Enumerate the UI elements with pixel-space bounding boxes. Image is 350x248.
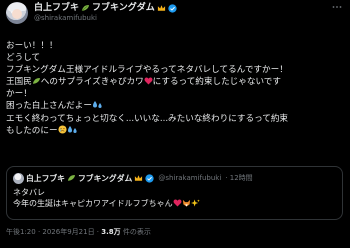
tweet-body: おーい！！！ どうして フブキングダム王様アイドルライブやるってネタバレしてるん…: [6, 40, 346, 137]
quoted-tweet-line: ネタバレ: [13, 188, 45, 197]
quoted-author-handle: @shirakamifubuki: [158, 174, 222, 182]
tweet-text: 困った白上さんだよー: [6, 101, 92, 112]
crying-face-emoji-icon: [58, 125, 67, 134]
crown-emoji-icon: [157, 5, 165, 11]
quoted-tweet[interactable]: 白上フブキ フブキングダム @shirakamifubuki · 12時間 ネタ…: [6, 166, 343, 220]
fox-emoji-icon: [182, 199, 190, 207]
tweet-line: どうして: [6, 53, 41, 64]
quoted-tweet-time: · 12時間: [225, 174, 253, 182]
crown-emoji-icon: [135, 175, 143, 181]
tweet-timestamp[interactable]: 午後1:20 · 2026年9月21日 ·: [6, 228, 101, 236]
quoted-tweet-text: 今年の生誕はキャピカワアイドルフブちゃん: [13, 199, 173, 208]
quoted-tweet-header: 白上フブキ フブキングダム @shirakamifubuki · 12時間: [13, 172, 253, 184]
tweet-text: 王国民: [6, 77, 32, 88]
verified-badge-icon: [145, 173, 154, 183]
tweet-line: フブキングダム王様アイドルライブやるってネタバレしてるんですかー！: [6, 65, 288, 76]
tweet-text: へのサプライズきゃぴカワ: [40, 77, 144, 88]
tweet-line: おーい！！！: [6, 41, 58, 51]
tweet-line: 王国民 へのサプライズきゃぴカワ にするって約束したじゃないです: [6, 76, 346, 88]
sweat-droplets-icon: [67, 125, 77, 133]
tweet-line: もしたのにー: [6, 125, 346, 137]
author-avatar[interactable]: [6, 2, 28, 24]
tweet-text: にするって約束したじゃないです: [152, 77, 281, 88]
quoted-author-name: 白上フブキ: [26, 173, 65, 183]
more-icon[interactable]: [332, 5, 342, 9]
verified-badge-icon: [168, 3, 177, 13]
heart-emoji-icon: [173, 199, 182, 207]
tweet-line: 困った白上さんだよー: [6, 100, 346, 112]
tweet-line: エモく終わってちょっと切なく...いいな...みたいな終わりにするって約束: [6, 113, 289, 124]
quoted-author-name-suffix: フブキングダム: [77, 173, 133, 183]
author-name-suffix[interactable]: フブキングダム: [92, 2, 155, 14]
view-count-label: 件の表示: [120, 228, 151, 236]
sweat-droplets-icon: [92, 101, 102, 109]
quoted-author-avatar: [13, 172, 24, 184]
quoted-tweet-line: 今年の生誕はキャピカワアイドルフブちゃん: [13, 198, 200, 209]
tweet-header: 白上フブキ フブキングダム @shirakamifubuki: [6, 2, 346, 24]
leaf-emoji-icon: [32, 78, 40, 84]
tweet-line: かー！: [6, 89, 32, 100]
sparkles-emoji-icon: [190, 199, 200, 207]
leaf-emoji-icon: [81, 5, 90, 11]
tweet-meta: 午後1:20 · 2026年9月21日 · 3.8万 件の表示: [6, 227, 151, 237]
leaf-emoji-icon: [67, 175, 76, 181]
heart-emoji-icon: [144, 77, 153, 85]
tweet-text: もしたのにー: [6, 125, 58, 136]
author-handle[interactable]: @shirakamifubuki: [34, 13, 97, 23]
view-count: 3.8万: [101, 228, 121, 236]
